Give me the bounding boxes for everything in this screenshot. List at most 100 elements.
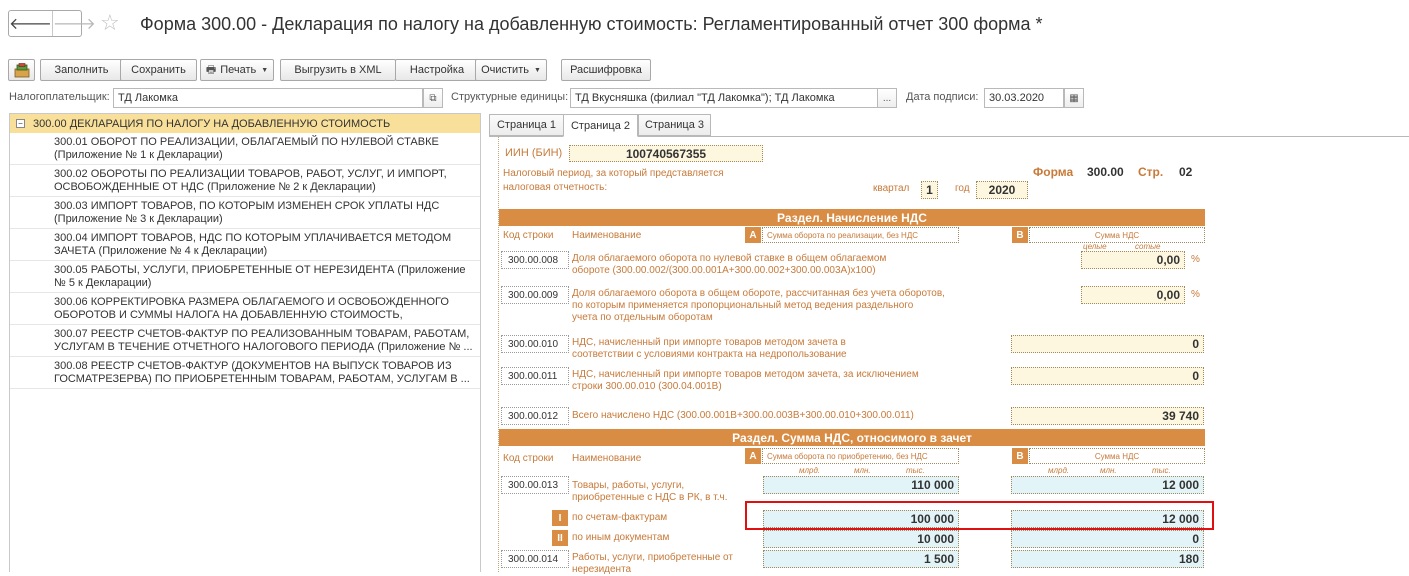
page-number: 02 bbox=[1179, 165, 1193, 179]
tree-item[interactable]: 300.08 РЕЕСТР СЧЕТОВ-ФАКТУР (ДОКУМЕНТОВ … bbox=[10, 357, 480, 389]
structural-units-label: Структурные единицы: bbox=[451, 91, 569, 103]
roman-one-marker: I bbox=[552, 510, 568, 526]
export-xml-label: Выгрузить в XML bbox=[294, 64, 382, 76]
tree-item[interactable]: 300.04 ИМПОРТ ТОВАРОВ, НДС ПО КОТОРЫМ УП… bbox=[10, 229, 480, 261]
tree-item-line: УСЛУГАМ В ТЕЧЕНИЕ ОТЧЕТНОГО НАЛОГОВОГО П… bbox=[54, 340, 473, 353]
tree-item-line: (Приложение № 1 к Декларации) bbox=[54, 148, 223, 161]
row-012-b-field[interactable]: 39 740 bbox=[1011, 407, 1204, 425]
sign-date-label: Дата подписи: bbox=[906, 91, 979, 103]
row-code-010: 300.00.010 bbox=[501, 335, 569, 353]
row-013-b-field[interactable]: 12 000 bbox=[1011, 476, 1204, 494]
row-009-b-field[interactable]: 0,00 bbox=[1081, 286, 1185, 304]
highlight-frame bbox=[745, 501, 1214, 530]
tree-item-line: 300.04 ИМПОРТ ТОВАРОВ, НДС ПО КОТОРЫМ УП… bbox=[54, 231, 452, 244]
collapse-icon[interactable]: − bbox=[16, 119, 25, 128]
settings-label: Настройка bbox=[409, 64, 465, 76]
row-code-008: 300.00.008 bbox=[501, 251, 569, 269]
favorite-star-icon[interactable]: ☆ bbox=[100, 12, 120, 34]
tree-item-line: 300.01 ОБОРОТ ПО РЕАЛИЗАЦИИ, ОБЛАГАЕМЫЙ … bbox=[54, 135, 439, 148]
chevron-down-icon: ▼ bbox=[533, 66, 541, 74]
period-label-line1: Налоговый период, за который представляе… bbox=[503, 168, 724, 179]
tab-page-1[interactable]: Страница 1 bbox=[489, 114, 564, 136]
clear-button[interactable]: Очистить ▼ bbox=[475, 59, 547, 81]
fill-button[interactable]: Заполнить bbox=[40, 59, 123, 81]
percent-sign: % bbox=[1191, 289, 1200, 300]
back-arrow-icon[interactable]: 🡐 bbox=[9, 11, 52, 36]
taxpayer-label: Налогоплательщик: bbox=[9, 91, 110, 103]
row-010-b-field[interactable]: 0 bbox=[1011, 335, 1204, 353]
roman-two-marker: II bbox=[552, 530, 568, 546]
row-014-a-field[interactable]: 1 500 bbox=[763, 550, 959, 568]
row-text-011: НДС, начисленный при импорте товаров мет… bbox=[572, 369, 919, 392]
col-b-letter: B bbox=[1012, 448, 1028, 464]
row-008-b-field[interactable]: 0,00 bbox=[1081, 251, 1185, 269]
tab-page-2[interactable]: Страница 2 bbox=[563, 114, 638, 137]
decode-button[interactable]: Расшифровка bbox=[561, 59, 651, 81]
section-vat-accrual-header: Раздел. Начисление НДС bbox=[499, 209, 1205, 226]
tree-item[interactable]: 300.02 ОБОРОТЫ ПО РЕАЛИЗАЦИИ ТОВАРОВ, РА… bbox=[10, 165, 480, 197]
col-b-vat-header: Сумма НДС bbox=[1029, 227, 1205, 243]
open-taxpayer-icon[interactable]: ⧉ bbox=[423, 88, 443, 108]
print-button[interactable]: 🖶 Печать ▼ bbox=[200, 59, 274, 81]
col-b-letter: B bbox=[1012, 227, 1028, 243]
col-code-header: Код строки bbox=[503, 230, 554, 241]
sub-mln-label: млн. bbox=[854, 466, 871, 475]
calendar-icon[interactable]: ▦ bbox=[1064, 88, 1084, 108]
row-code-011: 300.00.011 bbox=[501, 367, 569, 385]
tree-item[interactable]: 300.05 РАБОТЫ, УСЛУГИ, ПРИОБРЕТЕННЫЕ ОТ … bbox=[10, 261, 480, 293]
tree-root-item[interactable]: − 300.00 ДЕКЛАРАЦИЯ ПО НАЛОГУ НА ДОБАВЛЕ… bbox=[10, 114, 480, 133]
window-title: Форма 300.00 - Декларация по налогу на д… bbox=[140, 14, 1043, 34]
row-013-other-b-field[interactable]: 0 bbox=[1011, 530, 1204, 548]
row-013-other-a-field[interactable]: 10 000 bbox=[763, 530, 959, 548]
row-text-012: Всего начислено НДС (300.00.001В+300.00.… bbox=[572, 410, 914, 421]
percent-sign: % bbox=[1191, 254, 1200, 265]
col-a-letter: A bbox=[745, 448, 761, 464]
col-a-letter: A bbox=[745, 227, 761, 243]
tree-item-line: ГОСМАТРЕЗЕРВА) ПО ПРИОБРЕТЕННЫМ ТОВАРАМ,… bbox=[54, 372, 470, 385]
tree-item-line: 300.02 ОБОРОТЫ ПО РЕАЛИЗАЦИИ ТОВАРОВ, РА… bbox=[54, 167, 447, 180]
taxpayer-field[interactable]: ТД Лакомка bbox=[113, 88, 423, 108]
row-013-a-field[interactable]: 110 000 bbox=[763, 476, 959, 494]
tab-page-3[interactable]: Страница 3 bbox=[638, 114, 711, 136]
select-units-button[interactable]: ... bbox=[877, 88, 897, 108]
forward-arrow-icon[interactable]: 🡒 bbox=[51, 11, 96, 36]
year-field[interactable]: 2020 bbox=[976, 181, 1028, 199]
tree-item[interactable]: 300.03 ИМПОРТ ТОВАРОВ, ПО КОТОРЫМ ИЗМЕНЕ… bbox=[10, 197, 480, 229]
save-button[interactable]: Сохранить bbox=[120, 59, 197, 81]
chevron-down-icon: ▼ bbox=[261, 66, 269, 74]
settings-button[interactable]: Настройка bbox=[395, 59, 479, 81]
tree-item-line: (Приложение № 3 к Декларации) bbox=[54, 212, 223, 225]
tree-item-line: 300.08 РЕЕСТР СЧЕТОВ-ФАКТУР (ДОКУМЕНТОВ … bbox=[54, 359, 452, 372]
report-icon-button[interactable] bbox=[8, 59, 35, 81]
fill-button-label: Заполнить bbox=[54, 64, 109, 76]
clear-label: Очистить bbox=[481, 64, 529, 76]
save-button-label: Сохранить bbox=[131, 64, 186, 76]
export-xml-button[interactable]: Выгрузить в XML bbox=[280, 59, 396, 81]
sub-bln-label: млрд. bbox=[799, 466, 821, 475]
sub-bln-label: млрд. bbox=[1048, 466, 1070, 475]
col-code-header: Код строки bbox=[503, 453, 554, 464]
row-011-b-field[interactable]: 0 bbox=[1011, 367, 1204, 385]
row-text-008: Доля облагаемого оборота по нулевой став… bbox=[572, 253, 887, 276]
iin-label: ИИН (БИН) bbox=[505, 147, 563, 159]
row-code-014: 300.00.014 bbox=[501, 550, 569, 568]
tree-item[interactable]: 300.06 КОРРЕКТИРОВКА РАЗМЕРА ОБЛАГАЕМОГО… bbox=[10, 293, 480, 325]
tree-root-label: 300.00 ДЕКЛАРАЦИЯ ПО НАЛОГУ НА ДОБАВЛЕНН… bbox=[33, 117, 391, 130]
sign-date-field[interactable]: 30.03.2020 bbox=[984, 88, 1064, 108]
row-014-b-field[interactable]: 180 bbox=[1011, 550, 1204, 568]
iin-field[interactable]: 100740567355 bbox=[569, 145, 763, 162]
quarter-field[interactable]: 1 bbox=[921, 181, 938, 199]
structural-units-field[interactable]: ТД Вкусняшка (филиал "ТД Лакомка"); ТД Л… bbox=[570, 88, 878, 108]
row-code-013: 300.00.013 bbox=[501, 476, 569, 494]
row-text-010: НДС, начисленный при импорте товаров мет… bbox=[572, 337, 847, 360]
sub-mln-label: млн. bbox=[1100, 466, 1117, 475]
page-label: Стр. bbox=[1138, 165, 1164, 179]
period-label-line2: налоговая отчетность: bbox=[503, 182, 608, 193]
tree-item-line: ОСВОБОЖДЕННЫЕ ОТ НДС (Приложение № 2 к Д… bbox=[54, 180, 376, 193]
col-a-sales-header: Сумма оборота по реализации, без НДС bbox=[762, 227, 959, 243]
tree-item-line: 300.03 ИМПОРТ ТОВАРОВ, ПО КОТОРЫМ ИЗМЕНЕ… bbox=[54, 199, 440, 212]
tree-item[interactable]: 300.01 ОБОРОТ ПО РЕАЛИЗАЦИИ, ОБЛАГАЕМЫЙ … bbox=[10, 133, 480, 165]
col-a-purchase-header: Сумма оборота по приобретению, без НДС bbox=[762, 448, 959, 464]
section-vat-offset-header: Раздел. Сумма НДС, относимого в зачет bbox=[499, 429, 1205, 446]
tree-item[interactable]: 300.07 РЕЕСТР СЧЕТОВ-ФАКТУР ПО РЕАЛИЗОВА… bbox=[10, 325, 480, 357]
